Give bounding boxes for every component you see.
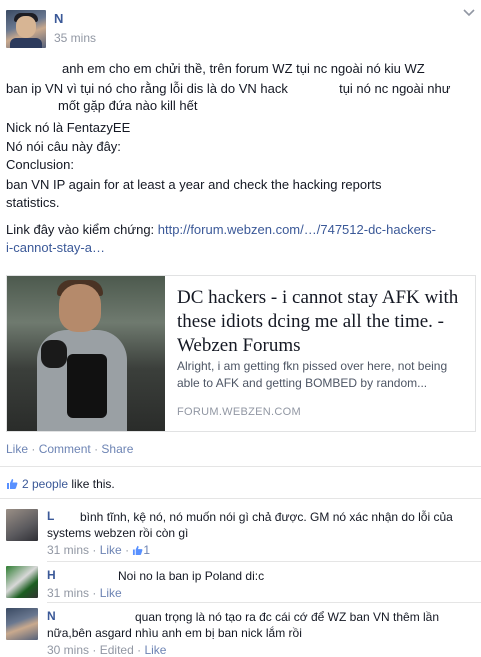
commenter-avatar[interactable] [6, 608, 38, 640]
divider [0, 498, 481, 499]
likes-summary: 2 people like this. [6, 477, 115, 491]
comment-meta: 31 mins · Like [47, 586, 122, 600]
separator-dot: · [31, 442, 36, 456]
post-timestamp[interactable]: 35 mins [54, 31, 96, 45]
like-button[interactable]: Like [6, 442, 28, 456]
comment-like-button[interactable]: Like [100, 586, 122, 600]
share-button[interactable]: Share [101, 442, 133, 456]
comment-meta: 30 mins · Edited · Like [47, 643, 167, 657]
chevron-down-icon[interactable] [463, 9, 475, 19]
commenter-name[interactable]: H [47, 568, 56, 582]
post-text-line: ban VN IP again for at least a year and … [6, 177, 382, 192]
forum-link[interactable]: http://forum.webzen.com/…/747512-dc-hack… [158, 222, 436, 237]
comment-edited[interactable]: Edited [100, 643, 134, 657]
post-text-line: Conclusion: [6, 157, 74, 172]
thumbs-up-icon [6, 478, 18, 489]
link-preview-title[interactable]: DC hackers - i cannot stay AFK with thes… [177, 286, 469, 358]
likers-link[interactable]: 2 people [22, 477, 68, 491]
comment-button[interactable]: Comment [39, 442, 91, 456]
separator-dot: · [94, 442, 99, 456]
comment-text: bình tĩnh, kệ nó, nó muốn nói gì chả đượ… [47, 510, 453, 540]
thumbs-up-icon [133, 545, 143, 555]
divider [47, 561, 481, 562]
post-text-segment: tụi nó nc ngoài như [339, 81, 451, 96]
link-prefix: Link đây vào kiểm chứng: [6, 222, 155, 237]
comment-like-count[interactable]: 1 [132, 543, 150, 557]
author-avatar[interactable] [6, 10, 46, 48]
post-link-line: Link đây vào kiểm chứng: http://forum.we… [6, 221, 474, 239]
comment-meta: 31 mins · Like · 1 [47, 543, 151, 557]
post-text-segment: ban ip VN vì tụi nó cho rằng lỗi dis là … [6, 81, 288, 96]
comment-text: quan trọng là nó tạo ra đc cái cớ để WZ … [47, 610, 440, 640]
divider [0, 466, 481, 467]
post-text-line: anh em cho em chửi thề, trên forum WZ tụ… [62, 61, 425, 76]
comment-like-button[interactable]: Like [100, 543, 122, 557]
post-text-line: Nick nó là FentazyEE [6, 120, 131, 135]
comment-like-button[interactable]: Like [144, 643, 166, 657]
post-actions: Like · Comment · Share [6, 442, 133, 456]
link-preview-image[interactable] [7, 276, 165, 431]
commenter-avatar[interactable] [6, 566, 38, 598]
link-preview-source: FORUM.WEBZEN.COM [177, 406, 301, 418]
post-text-line: Nó nói câu này đây: [6, 139, 121, 154]
forum-link-continued[interactable]: i-cannot-stay-a… [6, 239, 474, 257]
likes-suffix: like this. [71, 477, 115, 491]
comment-time[interactable]: 31 mins [47, 543, 89, 557]
comment-time[interactable]: 31 mins [47, 586, 89, 600]
post-text-line: ban ip VN vì tụi nó cho rằng lỗi dis là … [6, 80, 474, 98]
post-text-line: mốt gặp đứa nào kill hết [58, 98, 198, 113]
link-preview-description: Alright, i am getting fkn pissed over he… [177, 359, 448, 390]
link-preview-card[interactable]: DC hackers - i cannot stay AFK with thes… [6, 275, 476, 432]
comment-text: Noi no la ban ip Poland di:c [118, 569, 265, 583]
divider [47, 602, 481, 603]
commenter-avatar[interactable] [6, 509, 38, 541]
comment-time[interactable]: 30 mins [47, 643, 89, 657]
post-author-name[interactable]: N [54, 11, 63, 26]
post-text-line: statistics. [6, 195, 60, 210]
